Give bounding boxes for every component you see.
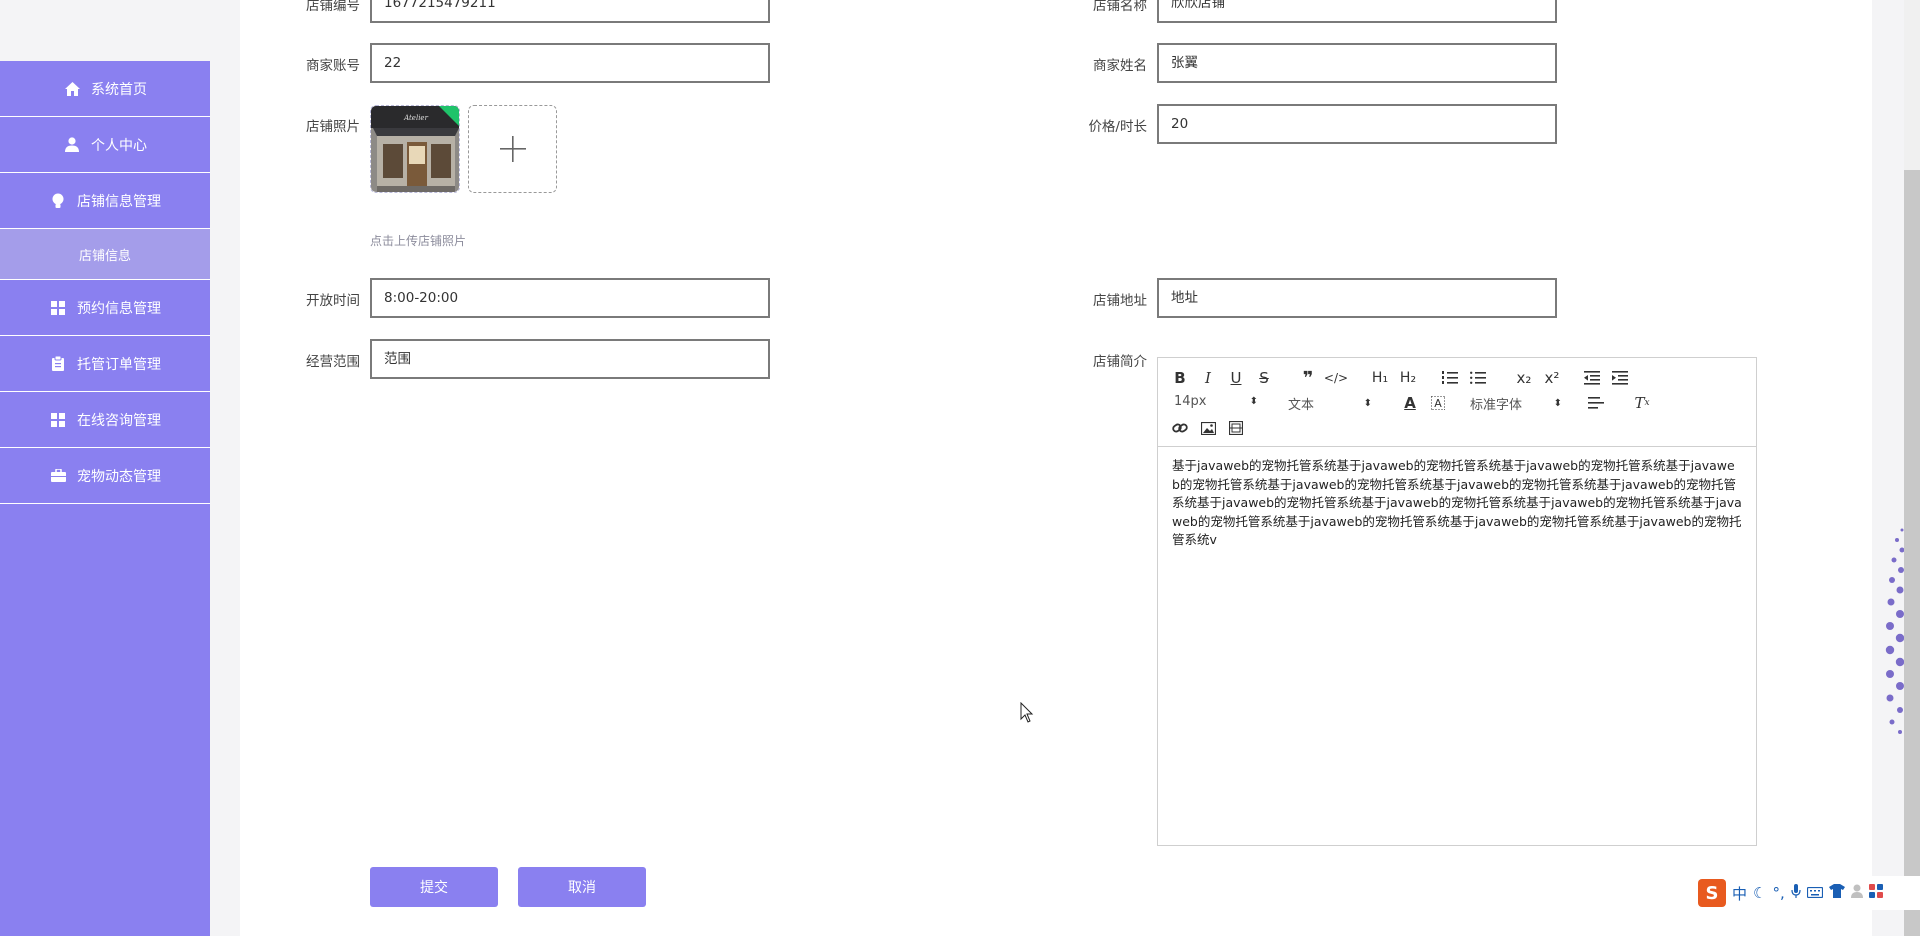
shop-no-label: 店铺编号: [306, 0, 360, 14]
select-arrows-icon: ⬍: [1363, 398, 1372, 409]
background-color-icon[interactable]: A: [1428, 393, 1448, 413]
sidebar-subitem-shop-info[interactable]: 店铺信息: [0, 229, 210, 280]
svg-text:Atelier: Atelier: [403, 114, 429, 122]
sidebar-item-label: 系统首页: [91, 81, 147, 98]
open-time-input[interactable]: 8:00-20:00: [370, 278, 770, 318]
sidebar: 系统首页 个人中心 店铺信息管理 店铺信息 预约信息管理 托管订单管理 在线咨询…: [0, 61, 210, 936]
clipboard-icon: [49, 355, 67, 373]
ime-toolbar: S 中 ☾ °,: [1694, 876, 1920, 910]
image-icon[interactable]: [1198, 418, 1218, 438]
cancel-button[interactable]: 取消: [518, 867, 646, 907]
bulb-icon: [49, 192, 67, 210]
select-arrows-icon: ⬍: [1249, 396, 1258, 407]
price-input[interactable]: 20: [1157, 104, 1557, 144]
indent-icon[interactable]: [1610, 368, 1630, 388]
briefcase-icon: [49, 467, 67, 485]
scope-input[interactable]: 范围: [370, 339, 770, 379]
scope-label: 经营范围: [306, 354, 360, 370]
skin-icon[interactable]: [1828, 884, 1845, 902]
sidebar-subitem-label: 店铺信息: [78, 248, 131, 264]
open-time-label: 开放时间: [306, 293, 360, 309]
shop-photo-thumbnail[interactable]: Atelier: [370, 105, 460, 193]
header-select[interactable]: 文本 ⬍: [1288, 394, 1372, 413]
photo-upload-hint: 点击上传店铺照片: [370, 234, 467, 248]
microphone-icon[interactable]: [1791, 884, 1801, 902]
ime-logo-icon[interactable]: S: [1698, 879, 1726, 907]
ordered-list-icon[interactable]: [1440, 368, 1460, 388]
sidebar-item-order-mgmt[interactable]: 托管订单管理: [0, 336, 210, 392]
font-family-value: 标准字体: [1470, 398, 1523, 413]
shop-name-input[interactable]: 欣欣店铺: [1157, 0, 1557, 23]
intro-rich-editor: B I U S ❞ </> H₁ H₂ x₂ x² 14px ⬍ 文本 ⬍ A A: [1157, 357, 1757, 846]
sidebar-item-home[interactable]: 系统首页: [0, 61, 210, 117]
editor-content[interactable]: 基于javaweb的宠物托管系统基于javaweb的宠物托管系统基于javawe…: [1158, 447, 1756, 560]
italic-icon[interactable]: I: [1198, 368, 1218, 388]
moon-icon[interactable]: ☾: [1753, 884, 1766, 902]
editor-toolbar: B I U S ❞ </> H₁ H₂ x₂ x² 14px ⬍ 文本 ⬍ A A: [1158, 358, 1756, 447]
text-color-icon[interactable]: A: [1400, 393, 1420, 413]
subscript-icon[interactable]: x₂: [1512, 368, 1536, 388]
sidebar-item-consult-mgmt[interactable]: 在线咨询管理: [0, 392, 210, 448]
merchant-account-input[interactable]: 22: [370, 43, 770, 83]
decorative-dots: [1885, 528, 1904, 734]
link-icon[interactable]: [1170, 418, 1190, 438]
intro-label: 店铺简介: [1093, 354, 1147, 370]
shop-name-label: 店铺名称: [1093, 0, 1147, 14]
sidebar-item-label: 预约信息管理: [77, 300, 161, 317]
h2-icon[interactable]: H₂: [1396, 368, 1420, 388]
home-icon: [63, 80, 81, 98]
align-icon[interactable]: [1586, 393, 1606, 413]
svg-text:A: A: [1434, 397, 1442, 410]
h1-icon[interactable]: H₁: [1368, 368, 1392, 388]
shop-photo-image: Atelier: [371, 106, 459, 192]
merchant-account-label: 商家账号: [306, 58, 360, 74]
merchant-name-input[interactable]: 张翼: [1157, 43, 1557, 83]
address-input[interactable]: 地址: [1157, 278, 1557, 318]
ime-mode-indicator[interactable]: 中: [1732, 883, 1747, 904]
select-arrows-icon: ⬍: [1553, 398, 1562, 409]
price-label: 价格/时长: [1088, 119, 1147, 135]
superscript-icon[interactable]: x²: [1540, 368, 1564, 388]
sidebar-item-booking-mgmt[interactable]: 预约信息管理: [0, 280, 210, 336]
photo-upload-button[interactable]: [468, 105, 557, 193]
user-icon: [63, 136, 81, 154]
strike-icon[interactable]: S: [1254, 368, 1274, 388]
toolbox-icon[interactable]: [1868, 884, 1883, 902]
font-size-value: 14px: [1174, 394, 1207, 409]
bullet-list-icon[interactable]: [1468, 368, 1488, 388]
mouse-cursor-icon: [1020, 702, 1034, 723]
keyboard-icon[interactable]: [1806, 884, 1823, 902]
code-block-icon[interactable]: </>: [1324, 368, 1348, 388]
underline-icon[interactable]: U: [1226, 368, 1246, 388]
grid-icon: [49, 299, 67, 317]
scrollbar-thumb[interactable]: [1904, 170, 1920, 936]
punctuation-icon[interactable]: °,: [1772, 884, 1784, 902]
sidebar-item-profile[interactable]: 个人中心: [0, 117, 210, 173]
address-label: 店铺地址: [1093, 293, 1147, 309]
sidebar-item-label: 宠物动态管理: [77, 468, 161, 485]
grid-icon: [49, 411, 67, 429]
sidebar-item-label: 店铺信息管理: [77, 193, 161, 210]
shop-no-input[interactable]: 1677215479211: [370, 0, 770, 23]
font-size-select[interactable]: 14px ⬍: [1174, 394, 1258, 409]
submit-button[interactable]: 提交: [370, 867, 498, 907]
blockquote-icon[interactable]: ❞: [1298, 368, 1318, 389]
outdent-icon[interactable]: [1582, 368, 1602, 388]
merchant-name-label: 商家姓名: [1093, 58, 1147, 74]
plus-icon: [499, 136, 526, 162]
sidebar-item-label: 在线咨询管理: [77, 412, 161, 429]
header-value: 文本: [1288, 398, 1315, 413]
sidebar-item-label: 个人中心: [91, 137, 147, 154]
sidebar-item-label: 托管订单管理: [77, 356, 161, 373]
shop-photo-label: 店铺照片: [306, 119, 360, 135]
sidebar-item-pet-news-mgmt[interactable]: 宠物动态管理: [0, 448, 210, 504]
clear-format-icon[interactable]: Tx: [1632, 393, 1652, 413]
sidebar-item-shop-info-mgmt[interactable]: 店铺信息管理: [0, 173, 210, 229]
font-family-select[interactable]: 标准字体 ⬍: [1470, 394, 1562, 413]
user-status-icon[interactable]: [1850, 884, 1863, 902]
video-icon[interactable]: [1226, 418, 1246, 438]
bold-icon[interactable]: B: [1170, 368, 1190, 388]
